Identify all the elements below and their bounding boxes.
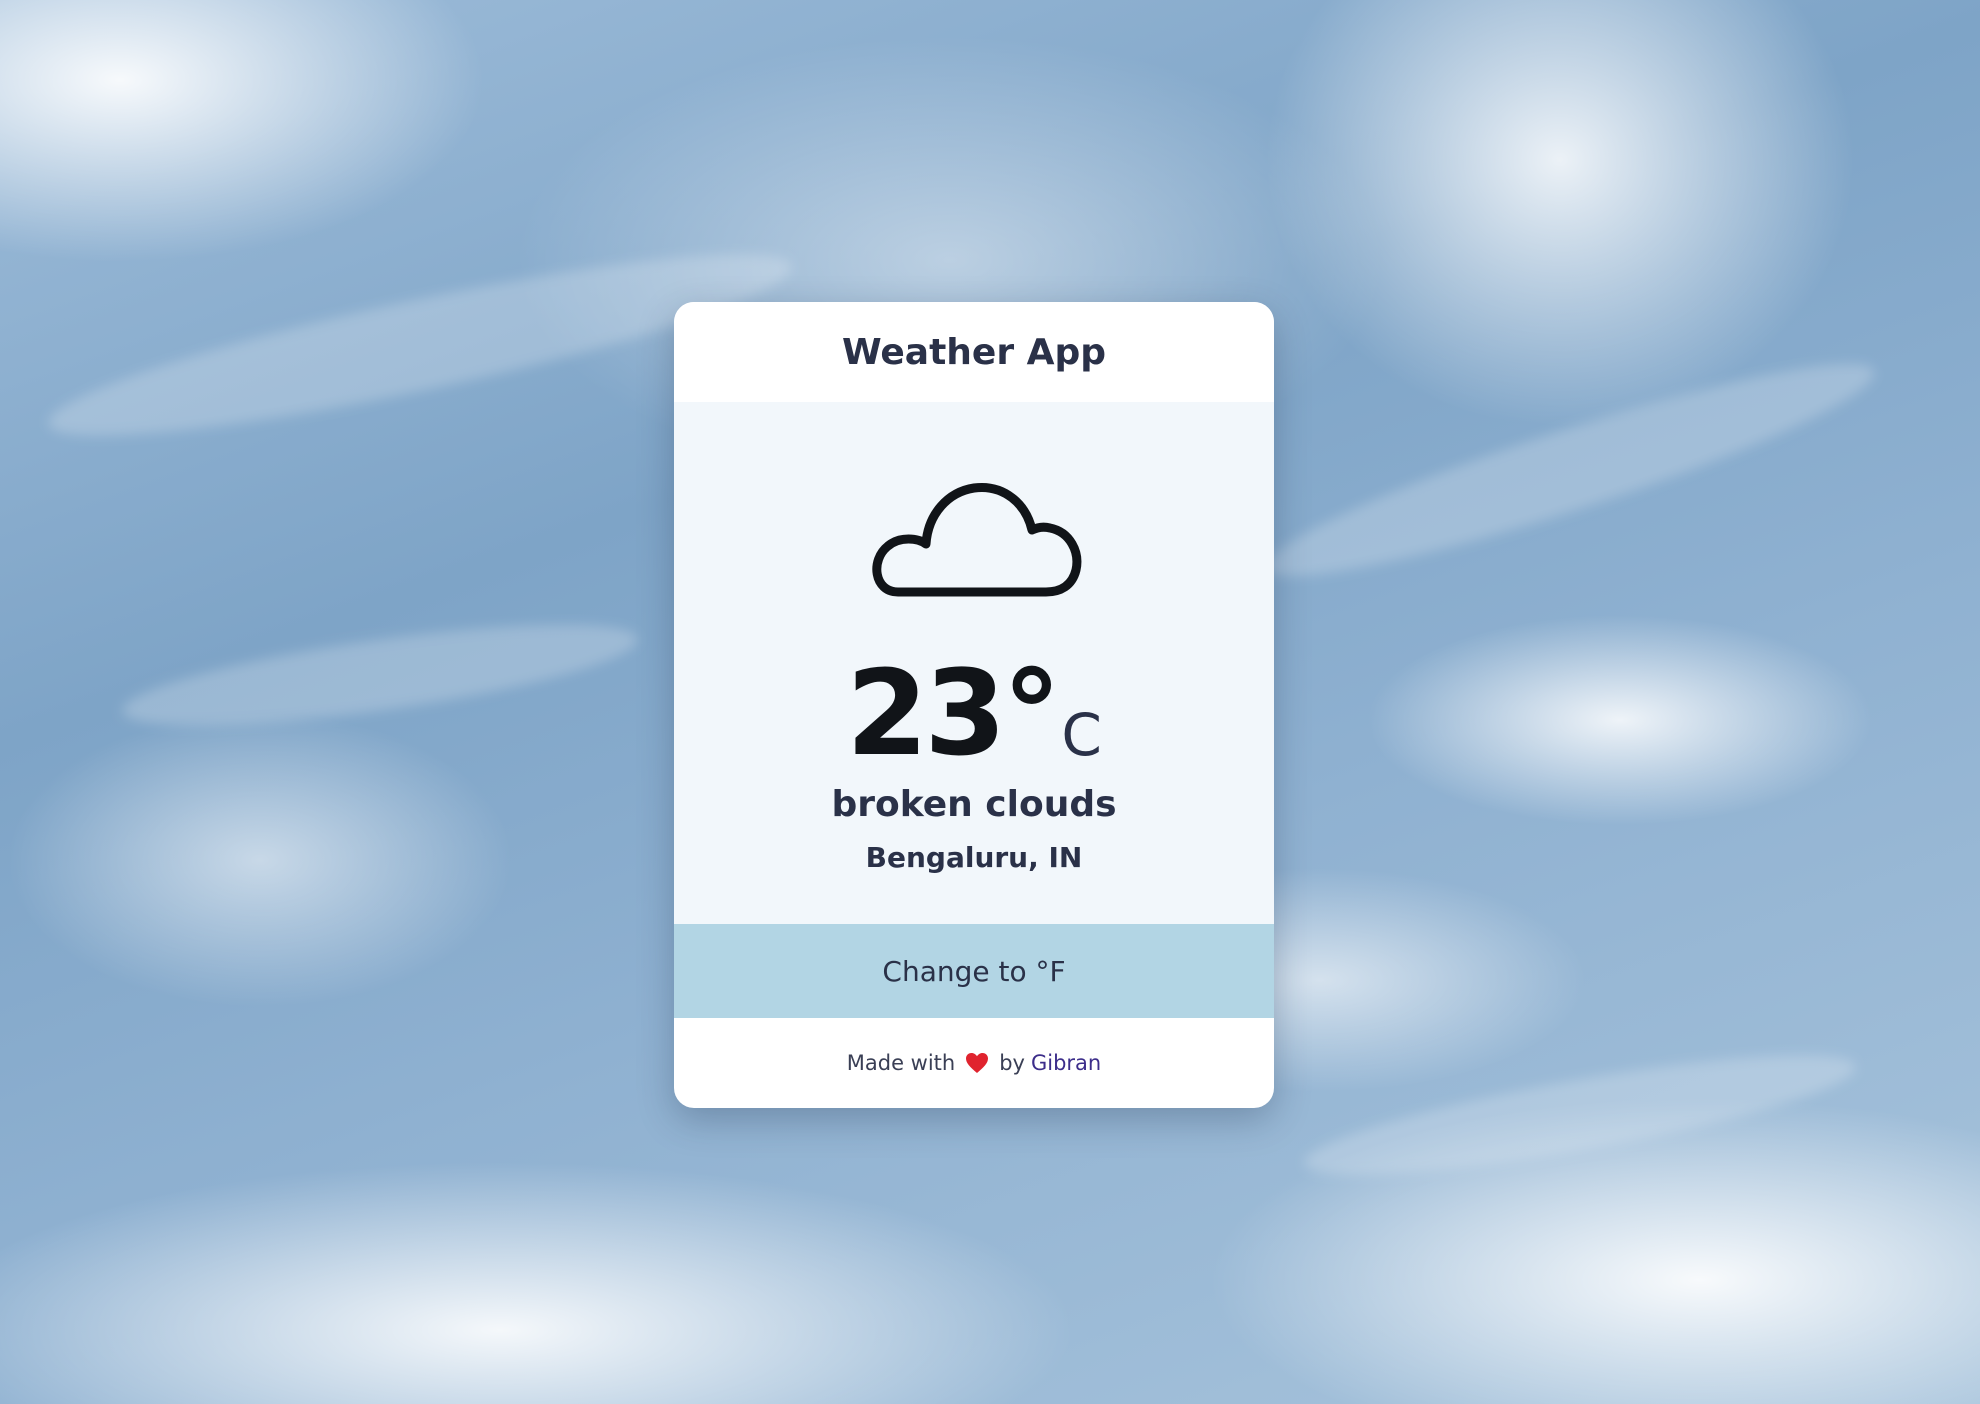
temperature-unit: C [1061, 701, 1102, 769]
temperature-value: 23° [846, 644, 1061, 782]
footer: Made with by Gibran [674, 1018, 1274, 1108]
background-cloud-streak [1253, 333, 1887, 607]
unit-toggle-label: Change to °F [882, 954, 1066, 988]
temperature-display: 23° C [846, 654, 1102, 772]
unit-toggle-button[interactable]: Change to °F [674, 924, 1274, 1018]
weather-card: Weather App 23° C broken clouds Bengalur… [674, 302, 1274, 1108]
cloud-icon [872, 483, 1082, 597]
weather-condition: broken clouds [831, 784, 1117, 825]
footer-made-with: Made with [846, 1051, 956, 1075]
weather-panel: 23° C broken clouds Bengaluru, IN [674, 402, 1274, 924]
location-label: Bengaluru, IN [865, 841, 1083, 874]
app-title: Weather App [841, 331, 1107, 373]
background-cloud-streak [117, 604, 643, 746]
background-cloud-streak [1298, 1031, 1862, 1199]
heart-icon [966, 1053, 989, 1073]
author-link[interactable]: Gibran [1031, 1051, 1101, 1075]
card-header: Weather App [674, 302, 1274, 402]
footer-by: by [999, 1051, 1025, 1075]
